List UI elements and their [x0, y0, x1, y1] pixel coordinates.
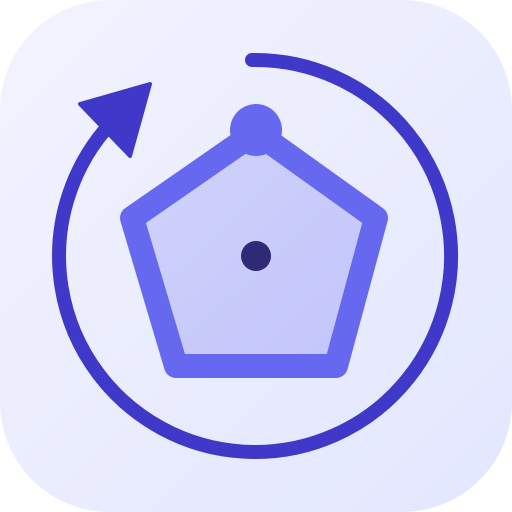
app-icon: [0, 0, 512, 512]
rotate-polygon-icon: [0, 0, 512, 512]
vertex-handle-icon: [230, 104, 282, 156]
center-point-icon: [241, 241, 271, 271]
